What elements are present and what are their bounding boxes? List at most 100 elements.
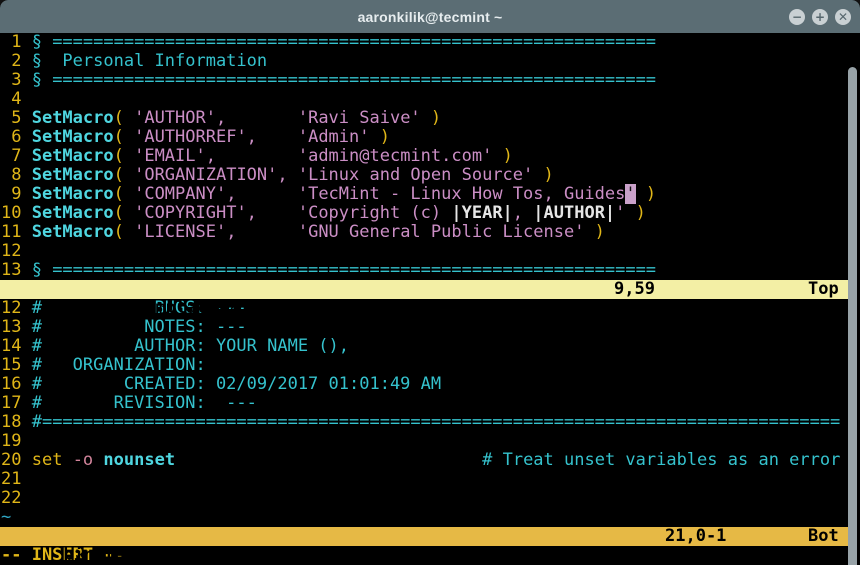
vim-window-bottom[interactable]: 12 # BUGS: ---13 # NOTES: ---14 # AUTHOR… <box>0 299 860 527</box>
window-title: aaronkilik@tecmint ~ <box>358 9 503 25</box>
line-number: 21 <box>1 469 32 489</box>
editor-line[interactable]: 21 <box>0 470 860 489</box>
titlebar[interactable]: aaronkilik@tecmint ~ − + ✕ <box>0 0 860 33</box>
code-segment: SetMacro <box>32 127 114 147</box>
code-segment: , <box>513 203 533 223</box>
editor-line[interactable]: 8 SetMacro( 'ORGANIZATION', 'Linux and O… <box>0 166 860 185</box>
line-number: 18 <box>1 412 32 432</box>
code-segment: 'ORGANIZATION', 'Linux and Open Source' <box>124 165 533 185</box>
line-number: 11 <box>1 222 32 242</box>
code-segment: SetMacro <box>32 222 114 242</box>
code-segment: ) <box>584 222 604 242</box>
close-button[interactable]: ✕ <box>835 9 851 25</box>
code-segment <box>93 450 103 470</box>
code-segment: ( <box>114 203 124 223</box>
code-segment: # ORGANIZATION: <box>32 355 206 375</box>
code-segment: SetMacro <box>32 146 114 166</box>
line-number: 20 <box>1 450 32 470</box>
code-segment: 'AUTHOR', 'Ravi Saive' <box>124 108 421 128</box>
line-number: 22 <box>1 488 32 508</box>
code-segment: § ======================================… <box>32 70 656 90</box>
maximize-icon: + <box>815 11 825 23</box>
editor-line[interactable]: 15 # ORGANIZATION: <box>0 356 860 375</box>
code-segment: ( <box>114 165 124 185</box>
line-number: 9 <box>1 184 32 204</box>
line-number: 7 <box>1 146 32 166</box>
code-segment: SetMacro <box>32 203 114 223</box>
code-segment: nounset <box>103 450 175 470</box>
code-segment: # CREATED: 02/09/2017 01:01:49 AM <box>32 374 441 394</box>
code-segment: SetMacro <box>32 165 114 185</box>
line-number: 1 <box>1 32 32 52</box>
editor-line[interactable]: 13 § ===================================… <box>0 261 860 280</box>
statusline-bottom-position: Bot <box>808 527 839 546</box>
editor-line[interactable]: 18 #====================================… <box>0 413 860 432</box>
code-segment: ) <box>636 184 656 204</box>
code-segment: § ======================================… <box>32 32 656 52</box>
code-segment <box>175 450 482 470</box>
editor-line[interactable]: 12 <box>0 242 860 261</box>
editor-line[interactable]: 13 # NOTES: --- <box>0 318 860 337</box>
code-segment: ) <box>625 203 645 223</box>
line-number: 3 <box>1 70 32 90</box>
code-segment: 'COPYRIGHT', 'Copyright (c) <box>124 203 452 223</box>
code-segment: ~ <box>1 507 11 527</box>
code-segment <box>62 450 72 470</box>
statusline-top: ~/.vim/templates/personal.templates [+] … <box>0 280 850 299</box>
editor-line[interactable]: 5 SetMacro( 'AUTHOR', 'Ravi Saive' ) <box>0 109 860 128</box>
code-segment: 'EMAIL', 'admin@tecmint.com' <box>124 146 492 166</box>
code-segment: 'COMPANY', 'TecMint - Linux How Tos, Gui… <box>124 184 626 204</box>
editor-line[interactable]: 14 # AUTHOR: YOUR NAME (), <box>0 337 860 356</box>
editor-line[interactable]: 19 <box>0 432 860 451</box>
statusline-bottom-filename: bin/test.sh <box>63 545 176 565</box>
code-segment: # AUTHOR: YOUR NAME (), <box>32 336 349 356</box>
editor-line[interactable]: 20 set -o nounset # Treat unset variable… <box>0 451 860 470</box>
code-segment: # REVISION: --- <box>32 393 257 413</box>
editor-line[interactable]: 17 # REVISION: --- <box>0 394 860 413</box>
editor-line[interactable]: 22 <box>0 489 860 508</box>
line-number: 10 <box>1 203 32 223</box>
terminal-window: aaronkilik@tecmint ~ − + ✕ 1 § =========… <box>0 0 860 565</box>
line-number: 19 <box>1 431 32 451</box>
editor-line[interactable]: 7 SetMacro( 'EMAIL', 'admin@tecmint.com'… <box>0 147 860 166</box>
code-segment: |AUTHOR| <box>533 203 615 223</box>
minimize-icon: − <box>792 11 802 23</box>
minimize-button[interactable]: − <box>789 9 805 25</box>
editor-line[interactable]: 3 § ====================================… <box>0 71 860 90</box>
editor-line[interactable]: 9 SetMacro( 'COMPANY', 'TecMint - Linux … <box>0 185 860 204</box>
code-segment: set <box>32 450 63 470</box>
line-number: 17 <box>1 393 32 413</box>
editor-line[interactable]: 4 <box>0 90 860 109</box>
line-number: 12 <box>1 241 32 261</box>
code-segment: ) <box>492 146 512 166</box>
editor-line[interactable]: 2 § Personal Information <box>0 52 860 71</box>
code-segment: ( <box>114 127 124 147</box>
line-number: 6 <box>1 127 32 147</box>
line-number: 8 <box>1 165 32 185</box>
editor-line[interactable]: ~ <box>0 508 860 527</box>
code-segment: ) <box>533 165 553 185</box>
editor-line[interactable]: 10 SetMacro( 'COPYRIGHT', 'Copyright (c)… <box>0 204 860 223</box>
code-segment: § Personal Information <box>32 51 267 71</box>
code-segment: ( <box>114 146 124 166</box>
block-cursor: ' <box>625 184 635 204</box>
vim-editor[interactable]: 1 § ====================================… <box>0 33 860 565</box>
code-segment: ) <box>370 127 390 147</box>
code-segment: # NOTES: --- <box>32 317 247 337</box>
line-number: 2 <box>1 51 32 71</box>
statusline-bottom-ruler: 21,0-1 <box>665 527 726 546</box>
close-icon: ✕ <box>838 11 848 23</box>
scrollbar[interactable] <box>848 67 857 565</box>
code-segment: 'LICENSE', 'GNU General Public License' <box>124 222 585 242</box>
editor-line[interactable]: 6 SetMacro( 'AUTHORREF', 'Admin' ) <box>0 128 860 147</box>
editor-line[interactable]: 16 # CREATED: 02/09/2017 01:01:49 AM <box>0 375 860 394</box>
vim-window-top[interactable]: 1 § ====================================… <box>0 33 860 280</box>
code-segment: SetMacro <box>32 184 114 204</box>
statusline-top-filename: ~/.vim/templates/personal.templates [+] <box>63 298 462 318</box>
editor-line[interactable]: 11 SetMacro( 'LICENSE', 'GNU General Pub… <box>0 223 860 242</box>
editor-line[interactable]: 1 § ====================================… <box>0 33 860 52</box>
maximize-button[interactable]: + <box>812 9 828 25</box>
line-number: 13 <box>1 260 32 280</box>
statusline-bottom: bin/test.sh 21,0-1 Bot <box>0 527 850 546</box>
code-segment: ( <box>114 222 124 242</box>
